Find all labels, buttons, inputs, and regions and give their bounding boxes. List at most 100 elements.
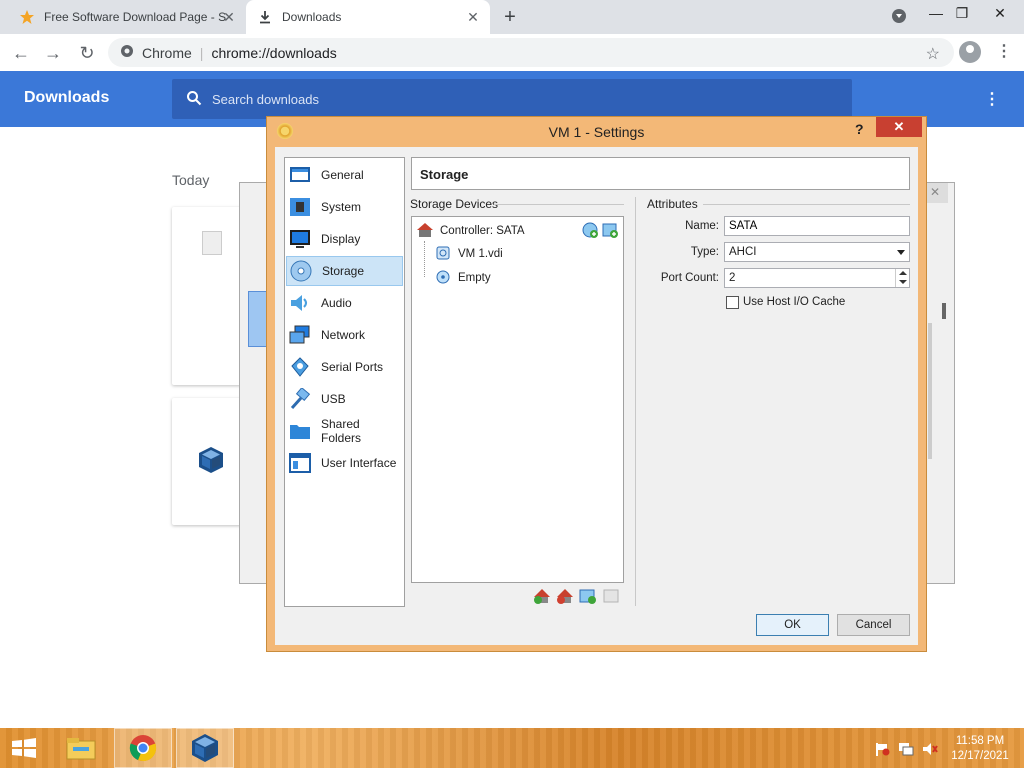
nav-item-label: USB <box>321 392 346 406</box>
name-field[interactable] <box>724 216 910 236</box>
type-value: AHCI <box>729 246 757 258</box>
bookmark-star-icon[interactable]: ☆ <box>926 44 940 64</box>
forward-arrow-icon[interactable]: → <box>42 42 64 64</box>
nav-item-system[interactable]: System <box>286 192 403 222</box>
port-count-value: 2 <box>729 272 736 284</box>
close-icon[interactable]: ✕ <box>466 10 480 24</box>
dialog-title: VM 1 - Settings <box>548 124 645 140</box>
tab-title: Downloads <box>282 10 342 24</box>
virtualbox-icon <box>192 734 218 762</box>
panel-separator <box>635 197 636 606</box>
download-icon <box>256 8 274 26</box>
volume-muted-icon[interactable] <box>922 742 938 756</box>
cancel-button[interactable]: Cancel <box>837 614 910 636</box>
nav-item-label: Shared Folders <box>320 417 361 445</box>
tree-item-empty-optical[interactable]: Empty <box>436 269 616 287</box>
nav-item-serial-ports[interactable]: Serial Ports <box>286 352 403 382</box>
folder-icon <box>288 420 312 442</box>
star-icon <box>18 8 36 26</box>
nav-item-label: Audio <box>321 296 352 310</box>
network-tray-icon[interactable] <box>898 742 914 756</box>
chrome-taskbar-button[interactable] <box>114 728 172 768</box>
nav-item-display[interactable]: Display <box>286 224 403 254</box>
optical-disk-icon <box>436 270 450 287</box>
reload-icon[interactable]: ↻ <box>76 42 98 64</box>
nav-item-user-interface[interactable]: User Interface <box>286 448 403 478</box>
tab-title: Free Software Download Page - S <box>44 10 227 24</box>
add-attachment-icon[interactable] <box>579 587 597 608</box>
attributes-label: Attributes <box>647 197 698 211</box>
clock-date: 12/17/2021 <box>951 750 1009 762</box>
usb-icon <box>288 388 312 410</box>
dialog-titlebar[interactable]: VM 1 - Settings ? ✕ <box>267 117 926 147</box>
new-tab-button[interactable]: + <box>500 7 520 27</box>
tab-search-icon[interactable] <box>892 9 906 23</box>
general-icon <box>288 164 312 186</box>
window-close-button[interactable]: ✕ <box>988 4 1012 22</box>
nav-item-network[interactable]: Network <box>286 320 403 350</box>
remove-attachment-icon[interactable] <box>602 587 620 608</box>
search-icon <box>186 90 202 109</box>
download-card[interactable] <box>172 207 242 385</box>
address-bar[interactable]: Chrome | chrome://downloads ☆ <box>108 38 954 67</box>
tab-downloads[interactable]: Downloads ✕ <box>246 0 490 34</box>
nav-item-usb[interactable]: USB <box>286 384 403 414</box>
nav-item-general[interactable]: General <box>286 160 403 190</box>
nav-item-label: Serial Ports <box>321 360 384 374</box>
scrollbar-thumb[interactable] <box>942 303 946 319</box>
search-input[interactable] <box>212 91 812 107</box>
close-icon[interactable]: ✕ <box>222 10 236 24</box>
panel-edge <box>928 323 932 459</box>
host-io-cache-checkbox[interactable] <box>726 296 739 309</box>
nav-item-label: System <box>321 200 362 214</box>
windows-logo-icon <box>12 738 36 758</box>
restore-button[interactable]: ❐ <box>950 4 974 22</box>
name-label: Name: <box>685 220 719 232</box>
nav-item-storage[interactable]: Storage <box>286 256 403 286</box>
start-button[interactable] <box>0 728 48 768</box>
storage-devices-label: Storage Devices <box>410 197 499 211</box>
type-label: Type: <box>690 246 719 258</box>
tree-connector <box>424 241 425 277</box>
host-io-cache-label: Use Host I/O Cache <box>743 296 846 308</box>
taskbar-clock[interactable]: 11:58 PM 12/17/2021 <box>948 734 1012 764</box>
type-select[interactable]: AHCI <box>724 242 910 262</box>
controller-label: Controller: SATA <box>440 225 525 237</box>
minimize-button[interactable]: — <box>924 4 948 22</box>
more-options-icon[interactable]: ⋮ <box>984 91 1000 109</box>
add-hard-disk-icon[interactable] <box>602 222 618 241</box>
ok-button[interactable]: OK <box>756 614 829 636</box>
network-icon <box>288 324 312 346</box>
file-icon <box>202 231 222 255</box>
download-card[interactable] <box>172 398 242 525</box>
port-count-spinbox[interactable]: 2 <box>724 268 910 288</box>
tree-item-vm1-vdi[interactable]: VM 1.vdi <box>436 245 616 263</box>
virtualbox-taskbar-button[interactable] <box>176 728 234 768</box>
search-box[interactable] <box>172 79 852 119</box>
back-arrow-icon[interactable]: ← <box>10 42 32 64</box>
chrome-menu-icon[interactable]: ⋮ <box>996 43 1012 61</box>
action-center-flag-icon[interactable] <box>874 742 890 756</box>
url-text: chrome://downloads <box>211 44 337 61</box>
chrome-icon <box>129 735 157 762</box>
profile-avatar[interactable] <box>959 41 981 63</box>
add-optical-drive-icon[interactable] <box>582 222 598 241</box>
nav-item-shared-folders[interactable]: Shared Folders <box>286 416 403 446</box>
file-explorer-icon <box>66 738 96 760</box>
virtualbox-file-icon <box>198 446 224 477</box>
nav-item-audio[interactable]: Audio <box>286 288 403 318</box>
clock-time: 11:58 PM <box>955 735 1005 747</box>
remove-controller-icon[interactable] <box>556 587 574 608</box>
file-explorer-button[interactable] <box>52 728 110 768</box>
group-divider <box>703 204 910 205</box>
add-controller-icon[interactable] <box>533 587 551 608</box>
help-button[interactable]: ? <box>855 121 864 137</box>
storage-tree: Controller: SATA VM 1.vdi Empty <box>411 216 624 583</box>
browser-tab-strip: Free Software Download Page - S ✕ Downlo… <box>0 0 1024 34</box>
spinner-arrows-icon[interactable] <box>895 269 909 287</box>
serial-port-icon <box>288 356 312 378</box>
nav-item-label: User Interface <box>321 456 397 470</box>
hard-disk-icon <box>436 246 450 263</box>
tab-free-software[interactable]: Free Software Download Page - S ✕ <box>8 0 246 34</box>
dialog-close-button[interactable]: ✕ <box>876 117 922 137</box>
